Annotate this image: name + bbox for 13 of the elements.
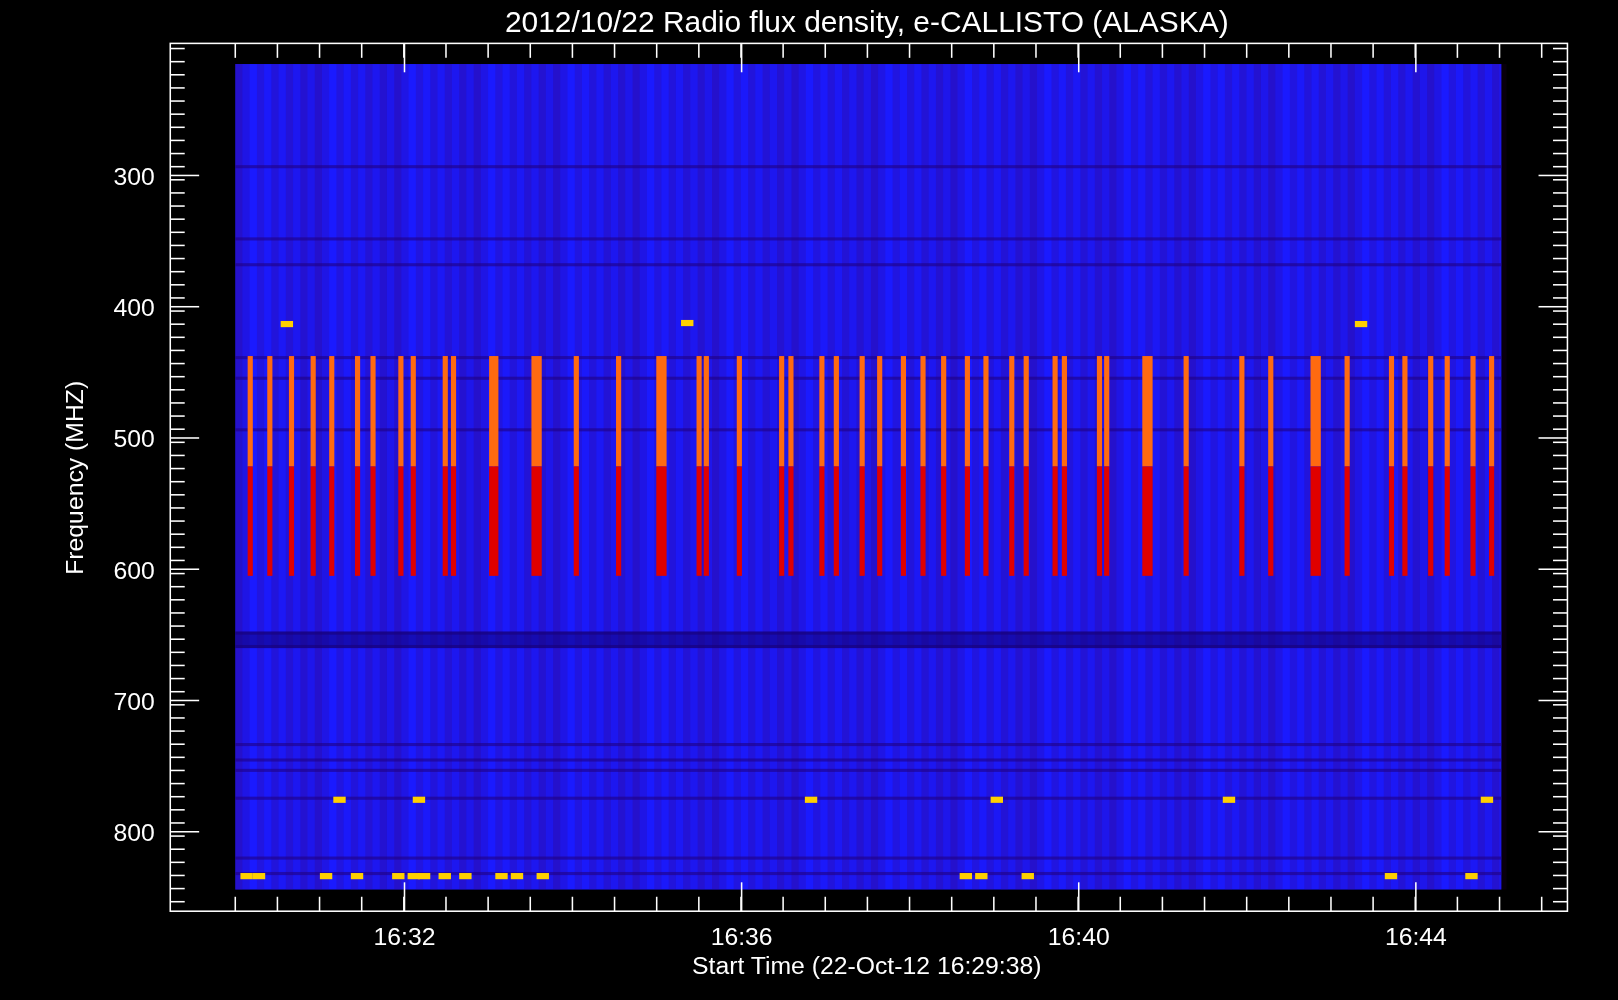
y-tick-label: 400 xyxy=(113,294,155,321)
y-tick-label: 300 xyxy=(113,162,155,190)
x-tick-label: 16:40 xyxy=(1047,923,1110,951)
y-axis-label: Frequency (MHZ) xyxy=(60,380,88,575)
y-tick-label: 500 xyxy=(113,425,155,453)
x-tick-label: 16:32 xyxy=(373,923,436,951)
x-tick-label: 16:44 xyxy=(1384,923,1447,951)
y-tick-label: 800 xyxy=(113,819,155,847)
x-tick-label: 16:36 xyxy=(710,923,773,951)
y-tick-label: 600 xyxy=(113,556,155,584)
chart-title: 2012/10/22 Radio flux density, e-CALLISTO (ALASKA) xyxy=(504,5,1229,39)
x-axis-label: Start Time (22-Oct-12 16:29:38) xyxy=(692,952,1042,980)
y-tick-label: 700 xyxy=(113,687,155,715)
